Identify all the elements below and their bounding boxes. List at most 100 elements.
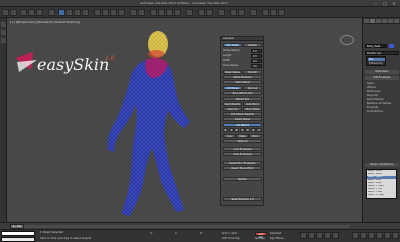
go-to-start-icon[interactable] [300,232,307,239]
cross-sections-checkbox[interactable]: Cross Sections [367,110,383,113]
stack-item-editable-poly[interactable]: Editable Poly [368,62,385,65]
schematic-view-icon[interactable] [238,9,245,16]
bone-list[interactable]: Bip001 Pelvis Bip001 Spine Bip001 Spine1… [366,169,397,199]
cross-radius-field[interactable]: 0.0 [251,64,262,68]
zoom-extents-icon[interactable] [368,232,375,239]
bone-list-item[interactable]: Bip001 R Thigh [367,194,396,197]
load-envelopes-button[interactable]: Load Envelopes [223,147,262,151]
spinner-snap-icon[interactable] [174,9,181,16]
refresh-button[interactable]: Refresh [223,177,262,181]
tab-skin-setup[interactable]: Skin Setup [223,43,242,47]
reset-bone-affect-button[interactable]: Reset / Bone Affect [223,166,262,170]
scale-icon[interactable] [110,9,117,16]
reset-easyskin-button[interactable]: Reset EasySkin 1.0 [223,197,262,201]
snaps-toggle-icon[interactable] [150,9,157,16]
filter-icon[interactable] [1,30,6,35]
character-mesh[interactable] [92,28,222,222]
layer-explorer-icon[interactable] [218,9,225,16]
reset-skin-envelopes-button[interactable]: Reset Skin / Envelopes [223,161,262,165]
percent-snap-icon[interactable] [166,9,173,16]
shrink-grow-buttons[interactable]: Shrink Grow [367,90,380,93]
object-color-swatch[interactable] [389,44,394,48]
paste-button[interactable]: Paste [236,134,249,138]
hierarchy-tab-icon[interactable] [376,19,381,23]
render-icon[interactable] [278,9,285,16]
ring-loop-buttons[interactable]: Ring Loop [367,94,378,97]
maximize-icon[interactable]: □ [381,1,389,6]
maxscript-listener-input[interactable] [1,231,35,236]
align-icon[interactable] [206,9,213,16]
weight-0-button[interactable]: 0 [223,128,228,132]
close-icon[interactable]: × [390,1,398,6]
edit-envelopes-button[interactable]: Edit Envelopes [365,76,399,80]
window-crossing-icon[interactable] [82,9,89,16]
undo-icon[interactable] [2,9,9,16]
add-bones-button[interactable]: Add Bones [223,86,242,90]
clear-sel-button[interactable]: Clear Sel [223,107,242,111]
backface-cull-checkbox[interactable]: Backface Cull Vertices [367,102,391,105]
rendered-frame-icon[interactable] [270,9,277,16]
motion-tab-icon[interactable] [382,19,387,23]
unlink-icon[interactable] [28,9,35,16]
weight-025-button[interactable]: .25 [234,128,239,132]
select-object-icon[interactable] [58,9,65,16]
weight-1-button[interactable]: 1 [256,128,262,132]
orbit-icon[interactable] [384,232,391,239]
redo-icon[interactable] [10,9,17,16]
layers-icon[interactable] [1,38,6,43]
reset-values-button[interactable]: Reset Values [223,70,242,74]
weight-09-button[interactable]: .9 [250,128,256,132]
select-vertex-button[interactable]: Select Vertex [223,117,262,121]
link-icon[interactable] [20,9,27,16]
paint-blend-weights-button[interactable]: Paint Blend Weights [223,112,262,116]
viewcube-icon[interactable] [340,35,354,45]
angle-snap-icon[interactable] [158,9,165,16]
selection-filter-dropdown[interactable] [48,9,55,16]
utilities-tab-icon[interactable] [394,19,399,23]
viewport-label[interactable]: [+] [Perspective] [Standard] [Default Sh… [10,20,80,24]
zoom-all-icon[interactable] [360,232,367,239]
render-setup-icon[interactable] [262,9,269,16]
auto-key-button[interactable]: Auto Key [255,232,267,239]
selected-dropdown[interactable]: Selected [270,232,281,235]
apply-values-button[interactable]: Apply Values [223,80,262,84]
rectangle-selection-icon[interactable] [74,9,81,16]
setup-envelope-button[interactable]: Setup Envelope [223,75,262,79]
mirror-mode-button[interactable]: Mirror Mode [243,107,262,111]
maximize-viewport-icon[interactable] [392,232,399,239]
named-selection-dropdown[interactable] [186,9,193,16]
vertices-checkbox[interactable]: Vertices [367,86,376,89]
add-time-tag[interactable]: Add Time Tag [222,237,239,240]
bone-affect-limit-button[interactable]: Bone Affect Limit [223,91,262,95]
go-to-end-icon[interactable] [332,232,339,239]
zoom-icon[interactable] [352,232,359,239]
paste-all-button[interactable]: Paste All [223,139,262,143]
weight-tool-button[interactable]: Weight Tool [223,97,262,101]
previous-frame-icon[interactable] [308,232,315,239]
length-field[interactable]: 0.0 [251,54,262,58]
stack-item-skin[interactable]: Skin [368,58,385,61]
key-filters-button[interactable]: Key Filters... [270,237,286,240]
curve-editor-icon[interactable] [230,9,237,16]
play-icon[interactable] [316,232,323,239]
bind-spacewarp-icon[interactable] [36,9,43,16]
tab-refresh[interactable]: Refresh [243,43,262,47]
pan-icon[interactable] [376,232,383,239]
rotate-icon[interactable] [102,9,109,16]
select-element-checkbox[interactable]: Select Element [367,98,384,101]
object-name-field[interactable]: Body_mesh [365,44,387,48]
scene-explorer-icon[interactable] [1,22,6,27]
select-by-name-icon[interactable] [66,9,73,16]
next-frame-icon[interactable] [324,232,331,239]
move-icon[interactable] [94,9,101,16]
time-slider-track[interactable] [10,225,350,228]
auto-mirror-button[interactable]: Auto Mirror [243,102,262,106]
copy-button[interactable]: Copy [223,134,236,138]
material-editor-icon[interactable] [250,9,257,16]
modify-tab-icon[interactable] [370,19,375,23]
create-tab-icon[interactable] [364,19,369,23]
width-field[interactable]: 0.0 [251,59,262,63]
minimize-icon[interactable]: – [372,1,380,6]
paint-weights-button[interactable]: Paint Weights [223,102,242,106]
mirror-icon[interactable] [198,9,205,16]
